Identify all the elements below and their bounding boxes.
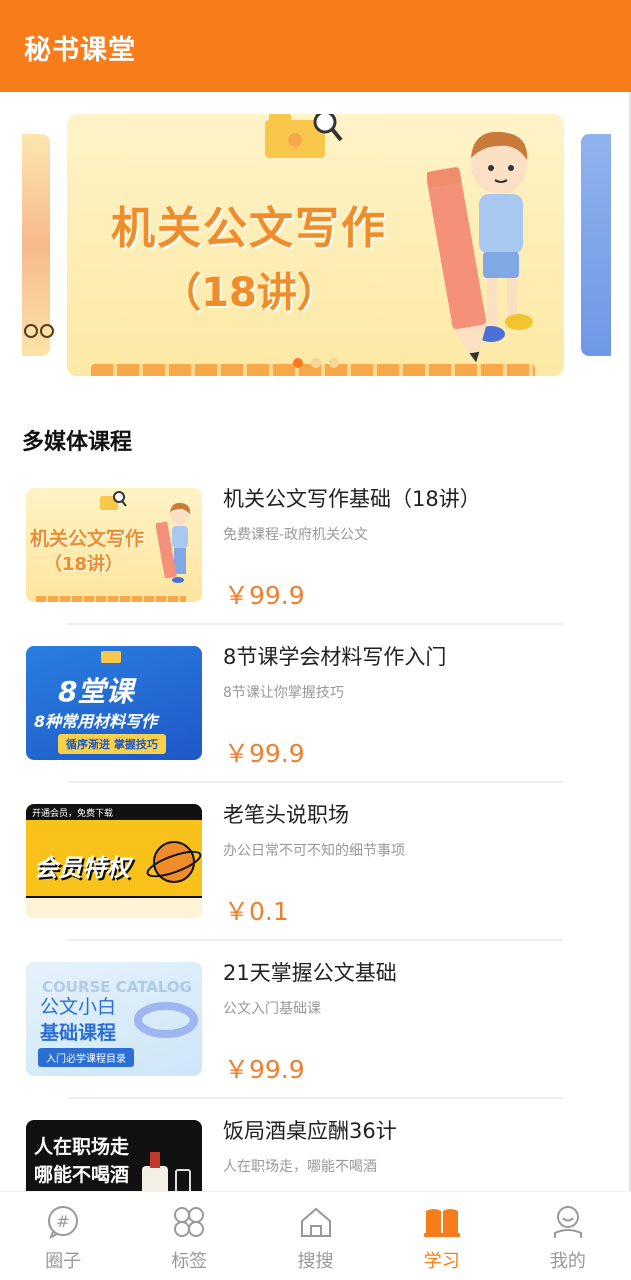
ring-icon — [134, 1002, 198, 1038]
tab-label: 我的 — [549, 1251, 586, 1272]
tab-wode[interactable]: 我的 — [505, 1192, 631, 1280]
thumb-bottom-bar — [26, 896, 202, 918]
tab-quanzi[interactable]: # 圈子 — [0, 1192, 126, 1280]
course-desc: 公文入门基础课 — [223, 1001, 321, 1017]
user-icon — [553, 1206, 582, 1238]
tab-xuexi[interactable]: 学习 — [379, 1192, 505, 1280]
boy-with-pencil-illustration — [427, 131, 533, 363]
open-book-icon — [423, 1209, 460, 1237]
app-title: 秘书课堂 — [24, 35, 136, 66]
list-divider — [67, 939, 563, 941]
course-name: 老笔头说职场 — [223, 803, 349, 827]
thumb-line: 8堂课 — [58, 675, 134, 708]
course-desc: 办公日常不可不知的细节事项 — [223, 843, 405, 859]
course-price: ￥99.9 — [224, 581, 305, 610]
course-thumbnail: 开通会员，免费下载 会员特权 — [26, 804, 202, 918]
course-name: 饭局酒桌应酬36计 — [223, 1119, 397, 1143]
course-name: 机关公文写作基础（18讲） — [223, 487, 481, 511]
folder-magnifier-icon — [265, 114, 343, 158]
thumb-line: 8种常用材料写作 — [34, 712, 158, 731]
grid-tags-icon — [174, 1207, 205, 1237]
course-item[interactable]: 人在职场走 哪能不喝酒 饭局酒桌应酬36计 人在职场走，哪能不喝酒 — [0, 1110, 631, 1191]
course-item[interactable]: 开通会员，免费下载 会员特权 老笔头说职场 办公日常不可不知的细节事项 ￥0.1 — [0, 794, 631, 952]
banner-carousel[interactable]: 机关公文写作 （18讲） — [0, 92, 631, 392]
course-thumbnail: COURSE CATALOG 公文小白 基础课程 入门必学课程目录 — [26, 962, 202, 1076]
tab-biaoqian[interactable]: 标签 — [126, 1192, 252, 1280]
tab-label: 标签 — [171, 1251, 208, 1272]
thumb-stripe — [36, 596, 186, 602]
thumb-line: 入门必学课程目录 — [38, 1048, 134, 1067]
tab-label: 学习 — [423, 1251, 460, 1272]
thumb-line: 机关公文写作 — [30, 528, 145, 550]
thumb-line: 循序渐进 掌握技巧 — [58, 734, 166, 754]
course-name: 21天掌握公文基础 — [223, 961, 397, 985]
course-name: 8节课学会材料写作入门 — [223, 645, 447, 669]
magnifier-icon — [100, 491, 127, 510]
course-price: ￥99.9 — [224, 739, 305, 768]
carousel-indicator — [293, 358, 339, 368]
thumb-line: （18讲） — [44, 554, 124, 575]
banner-title: 机关公文写作 — [111, 203, 387, 254]
carousel-dot — [329, 358, 339, 368]
carousel-dot — [311, 358, 321, 368]
list-divider — [67, 623, 563, 625]
app-header: 秘书课堂 — [0, 0, 631, 92]
thumb-line: 会员特权 — [34, 854, 130, 882]
svg-text:#: # — [56, 1212, 69, 1231]
course-item[interactable]: COURSE CATALOG 公文小白 基础课程 入门必学课程目录 21天掌握公… — [0, 952, 631, 1110]
list-divider — [67, 1097, 563, 1099]
tab-label: 搜搜 — [297, 1251, 334, 1272]
thumb-line: 开通会员，免费下载 — [32, 809, 114, 819]
thumb-line: 公文小白 — [40, 996, 117, 1018]
banner-slide-prev[interactable] — [22, 134, 54, 356]
planet-icon — [146, 841, 202, 883]
tab-label: 圈子 — [45, 1251, 82, 1272]
face-icon — [24, 324, 38, 338]
course-thumbnail: 机关公文写作 （18讲） — [26, 488, 202, 602]
face-icon — [40, 324, 54, 338]
bottom-tab-bar: # 圈子 标签 搜搜 学习 我的 — [0, 1191, 631, 1280]
section-title: 多媒体课程 — [22, 430, 133, 455]
hashtag-chat-icon: # — [48, 1206, 79, 1239]
thumb-line: 人在职场走 — [34, 1136, 130, 1158]
list-divider — [67, 781, 563, 783]
course-price: ￥99.9 — [224, 1055, 305, 1084]
thumb-line: 基础课程 — [40, 1022, 117, 1044]
course-price: ￥0.1 — [224, 897, 289, 926]
boy-with-pencil-icon — [155, 502, 191, 583]
banner-slide-next[interactable] — [581, 134, 611, 356]
course-thumbnail: 人在职场走 哪能不喝酒 — [26, 1120, 202, 1191]
course-item[interactable]: 8堂课 8种常用材料写作 循序渐进 掌握技巧 8节课学会材料写作入门 8节课让你… — [0, 636, 631, 794]
home-icon — [300, 1207, 331, 1237]
course-desc: 8节课让你掌握技巧 — [223, 685, 344, 701]
carousel-dot-active — [293, 358, 303, 368]
course-thumbnail: 8堂课 8种常用材料写作 循序渐进 掌握技巧 — [26, 646, 202, 760]
liquor-bottle-icon — [142, 1152, 191, 1191]
course-item[interactable]: 机关公文写作 （18讲） 机关公文写作基础（18讲） 免费课程-政府机关公文 ￥… — [0, 478, 631, 636]
course-desc: 人在职场走，哪能不喝酒 — [223, 1159, 377, 1175]
folder-icon — [101, 651, 121, 663]
banner-slide[interactable]: 机关公文写作 （18讲） — [67, 114, 564, 376]
course-desc: 免费课程-政府机关公文 — [223, 527, 369, 543]
tab-sousou[interactable]: 搜搜 — [252, 1192, 378, 1280]
thumb-line: 哪能不喝酒 — [34, 1164, 130, 1186]
banner-subtitle: （18讲） — [161, 270, 337, 316]
